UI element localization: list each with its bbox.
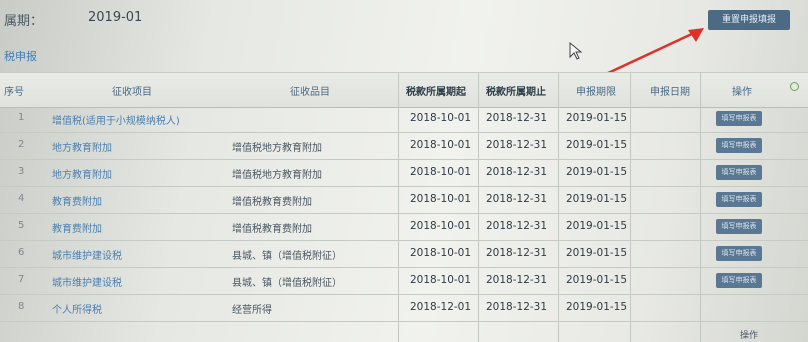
row-category: 增值税教育费附加 (232, 197, 312, 208)
col-item: 征收项目 (112, 87, 152, 98)
annotation-arrow-icon (605, 28, 704, 76)
status-dot-icon (790, 82, 799, 91)
section-title: 税申报 (4, 50, 37, 63)
row-deadline: 2019-01-15 (566, 301, 628, 313)
cursor-icon (569, 42, 582, 60)
row-deadline: 2019-01-15 (566, 247, 628, 259)
row-period-start: 2018-10-01 (410, 193, 472, 205)
row-period-end: 2018-12-31 (486, 139, 548, 151)
row-category: 增值税地方教育附加 (232, 170, 322, 181)
row-deadline: 2019-01-15 (566, 274, 628, 286)
row-no: 6 (18, 247, 25, 258)
row-period-end: 2018-12-31 (486, 247, 548, 259)
fill-form-button[interactable]: 填写申报表 (716, 192, 762, 207)
col-filed-date: 申报日期 (650, 87, 690, 98)
period-value: 2019-01 (88, 10, 143, 25)
period-label: 属期： (4, 14, 44, 29)
table-header: 序号 征收项目 征收品目 税款所属期起 税款所属期止 申报期限 申报日期 操作 (0, 72, 808, 108)
row-deadline: 2019-01-15 (566, 139, 628, 151)
row-deadline: 2019-01-15 (566, 193, 628, 205)
col-action: 操作 (732, 87, 752, 98)
row-item: 教育费附加 (52, 197, 102, 208)
table-row: 2 地方教育附加 增值税地方教育附加 2018-10-01 2018-12-31… (0, 133, 808, 160)
row-period-start: 2018-10-01 (410, 112, 472, 124)
row-no: 5 (18, 220, 25, 231)
table-row: 1 增值税(适用于小规模纳税人) 2018-10-01 2018-12-31 2… (0, 106, 808, 133)
row-category: 县城、镇（增值税附征） (232, 251, 342, 262)
fill-form-button[interactable]: 填写申报表 (716, 165, 762, 180)
row-period-end: 2018-12-31 (486, 301, 548, 313)
fill-form-button[interactable]: 填写申报表 (716, 138, 762, 153)
row-category: 增值税地方教育附加 (232, 143, 322, 154)
col-period-end: 税款所属期止 (486, 87, 546, 98)
col-category: 征收品目 (290, 87, 330, 98)
row-deadline: 2019-01-15 (566, 166, 628, 178)
fill-form-button[interactable]: 填写申报表 (716, 273, 762, 288)
col-no: 序号 (4, 87, 24, 98)
row-item: 增值税(适用于小规模纳税人) (52, 116, 180, 127)
fill-form-button[interactable]: 填写申报表 (716, 111, 762, 126)
row-category: 经营所得 (232, 305, 272, 316)
row-item: 地方教育附加 (52, 170, 112, 181)
fill-form-button[interactable]: 填写申报表 (716, 219, 762, 234)
table-row: 6 城市维护建设税 县城、镇（增值税附征） 2018-10-01 2018-12… (0, 241, 808, 268)
row-deadline: 2019-01-15 (566, 112, 628, 124)
row-period-start: 2018-10-01 (410, 274, 472, 286)
row-category: 县城、镇（增值税附征） (232, 278, 342, 289)
declaration-table: 序号 征收项目 征收品目 税款所属期起 税款所属期止 申报期限 申报日期 操作 … (0, 72, 808, 342)
row-period-end: 2018-12-31 (486, 220, 548, 232)
screen: 属期： 2019-01 重置申报填报 税申报 序号 征收项目 征收品目 税款所属… (0, 0, 808, 342)
col-period-start: 税款所属期起 (406, 87, 466, 98)
row-period-end: 2018-12-31 (486, 274, 548, 286)
row-item: 城市维护建设税 (52, 278, 122, 289)
table-row: 7 城市维护建设税 县城、镇（增值税附征） 2018-10-01 2018-12… (0, 268, 808, 295)
row-period-end: 2018-12-31 (486, 166, 548, 178)
row-period-start: 2018-10-01 (410, 139, 472, 151)
fill-form-button[interactable]: 填写申报表 (716, 246, 762, 261)
row-no: 3 (18, 166, 25, 177)
row-item: 城市维护建设税 (52, 251, 122, 262)
row-category: 增值税教育费附加 (232, 224, 312, 235)
row-item: 地方教育附加 (52, 143, 112, 154)
row-period-start: 2018-10-01 (410, 220, 472, 232)
table-row: 3 地方教育附加 增值税地方教育附加 2018-10-01 2018-12-31… (0, 160, 808, 187)
row-period-end: 2018-12-31 (486, 193, 548, 205)
row-no: 2 (18, 139, 25, 150)
row-item: 教育费附加 (52, 224, 102, 235)
row-no: 1 (18, 112, 25, 123)
table-row: 8 个人所得税 经营所得 2018-12-01 2018-12-31 2019-… (0, 295, 808, 322)
row-no: 4 (18, 193, 25, 204)
footer-action-label: 操作 (740, 331, 759, 341)
row-no: 8 (18, 301, 25, 312)
col-deadline: 申报期限 (576, 87, 616, 98)
row-no: 7 (18, 274, 25, 285)
row-period-start: 2018-12-01 (410, 301, 472, 313)
reset-declaration-button[interactable]: 重置申报填报 (708, 10, 790, 30)
table-row: 5 教育费附加 增值税教育费附加 2018-10-01 2018-12-31 2… (0, 214, 808, 241)
row-deadline: 2019-01-15 (566, 220, 628, 232)
table-row: 4 教育费附加 增值税教育费附加 2018-10-01 2018-12-31 2… (0, 187, 808, 214)
row-period-start: 2018-10-01 (410, 166, 472, 178)
row-item: 个人所得税 (52, 305, 102, 316)
row-period-start: 2018-10-01 (410, 247, 472, 259)
row-period-end: 2018-12-31 (486, 112, 548, 124)
